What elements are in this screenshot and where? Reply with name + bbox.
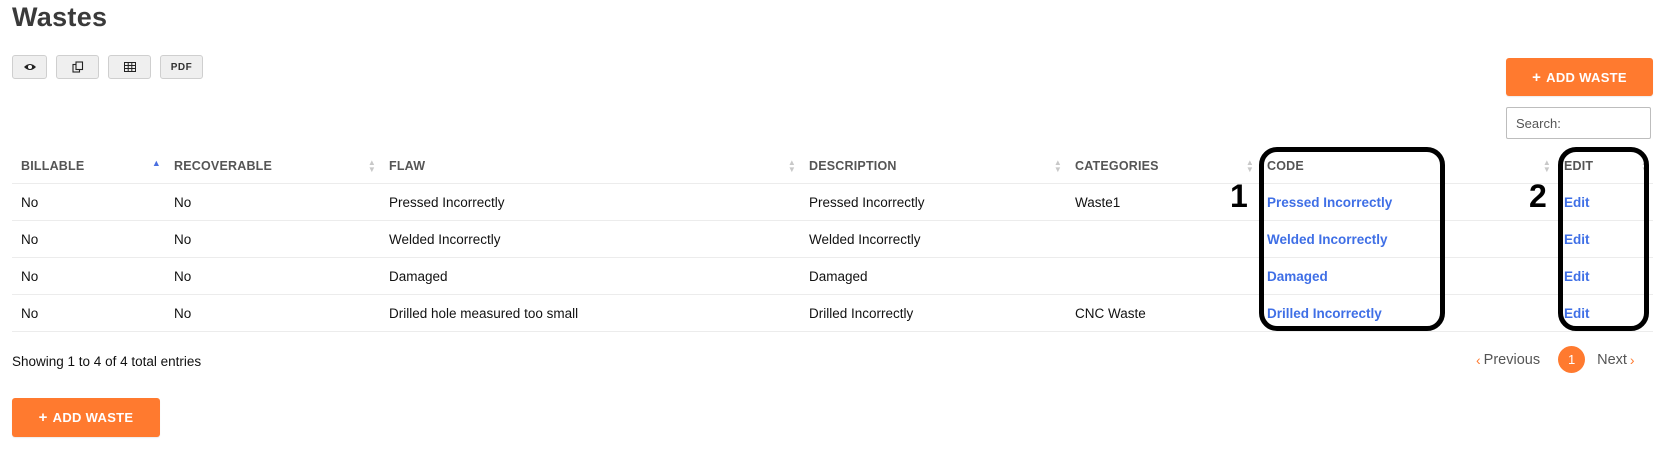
sort-icon: ▲ ▼	[1053, 157, 1062, 174]
pdf-button-label: PDF	[170, 61, 193, 73]
cell-billable: No	[12, 220, 165, 258]
pdf-button[interactable]: PDF	[160, 55, 203, 79]
cell-description: Damaged	[800, 257, 1066, 295]
sort-asc-icon: ▲	[151, 157, 161, 168]
pagination: ‹ Previous 1 Next ›	[1476, 346, 1635, 373]
previous-label: Previous	[1483, 351, 1541, 368]
cell-categories: CNC Waste	[1066, 294, 1258, 332]
annotation-box-edit	[1558, 147, 1649, 331]
excel-button[interactable]	[108, 55, 151, 79]
column-visibility-button[interactable]	[12, 55, 47, 79]
cell-billable: No	[12, 183, 165, 221]
annotation-box-code	[1259, 147, 1445, 331]
annotation-number-1: 1	[1230, 178, 1248, 214]
plus-icon: +	[1532, 68, 1542, 86]
chevron-left-icon: ‹	[1476, 351, 1481, 368]
column-header-recoverable[interactable]: RECOVERABLE ▲ ▼	[165, 148, 380, 184]
cell-flaw: Damaged	[380, 257, 800, 295]
sort-icon: ▲ ▼	[1542, 157, 1551, 174]
annotation-number-2: 2	[1529, 178, 1547, 214]
cell-description: Drilled Incorrectly	[800, 294, 1066, 332]
add-waste-label: ADD WASTE	[52, 410, 134, 425]
copy-button[interactable]	[56, 55, 99, 79]
cell-recoverable: No	[165, 294, 380, 332]
sort-icon: ▲ ▼	[367, 157, 376, 174]
previous-page-button[interactable]: ‹ Previous	[1476, 352, 1540, 368]
table-info: Showing 1 to 4 of 4 total entries	[12, 354, 202, 369]
add-waste-button-bottom[interactable]: + ADD WASTE	[12, 398, 160, 437]
cell-flaw: Pressed Incorrectly	[380, 183, 800, 221]
cell-description: Pressed Incorrectly	[800, 183, 1066, 221]
chevron-right-icon: ›	[1629, 351, 1635, 368]
next-label: Next	[1597, 351, 1627, 368]
sort-icon: ▲ ▼	[787, 157, 796, 174]
column-header-description[interactable]: DESCRIPTION ▲ ▼	[800, 148, 1066, 184]
copy-icon	[71, 61, 83, 73]
cell-recoverable: No	[165, 220, 380, 258]
column-header-billable[interactable]: BILLABLE ▲	[12, 148, 165, 184]
next-page-button[interactable]: Next ›	[1597, 352, 1635, 368]
search-input[interactable]	[1506, 107, 1651, 139]
sort-icon: ▲ ▼	[1245, 157, 1254, 174]
add-waste-button-top[interactable]: + ADD WASTE	[1506, 58, 1653, 96]
page-title: Wastes	[12, 2, 108, 32]
cell-description: Welded Incorrectly	[800, 220, 1066, 258]
cell-recoverable: No	[165, 257, 380, 295]
plus-icon: +	[38, 409, 48, 426]
eye-icon	[23, 64, 36, 70]
cell-flaw: Drilled hole measured too small	[380, 294, 800, 332]
cell-flaw: Welded Incorrectly	[380, 220, 800, 258]
column-header-flaw[interactable]: FLAW ▲ ▼	[380, 148, 800, 184]
add-waste-label: ADD WASTE	[1546, 69, 1627, 85]
cell-billable: No	[12, 294, 165, 332]
export-toolbar: PDF	[12, 55, 203, 79]
cell-categories	[1066, 220, 1258, 258]
cell-billable: No	[12, 257, 165, 295]
page-1-button[interactable]: 1	[1558, 346, 1586, 373]
table-icon	[123, 62, 136, 72]
cell-categories	[1066, 257, 1258, 295]
cell-recoverable: No	[165, 183, 380, 221]
